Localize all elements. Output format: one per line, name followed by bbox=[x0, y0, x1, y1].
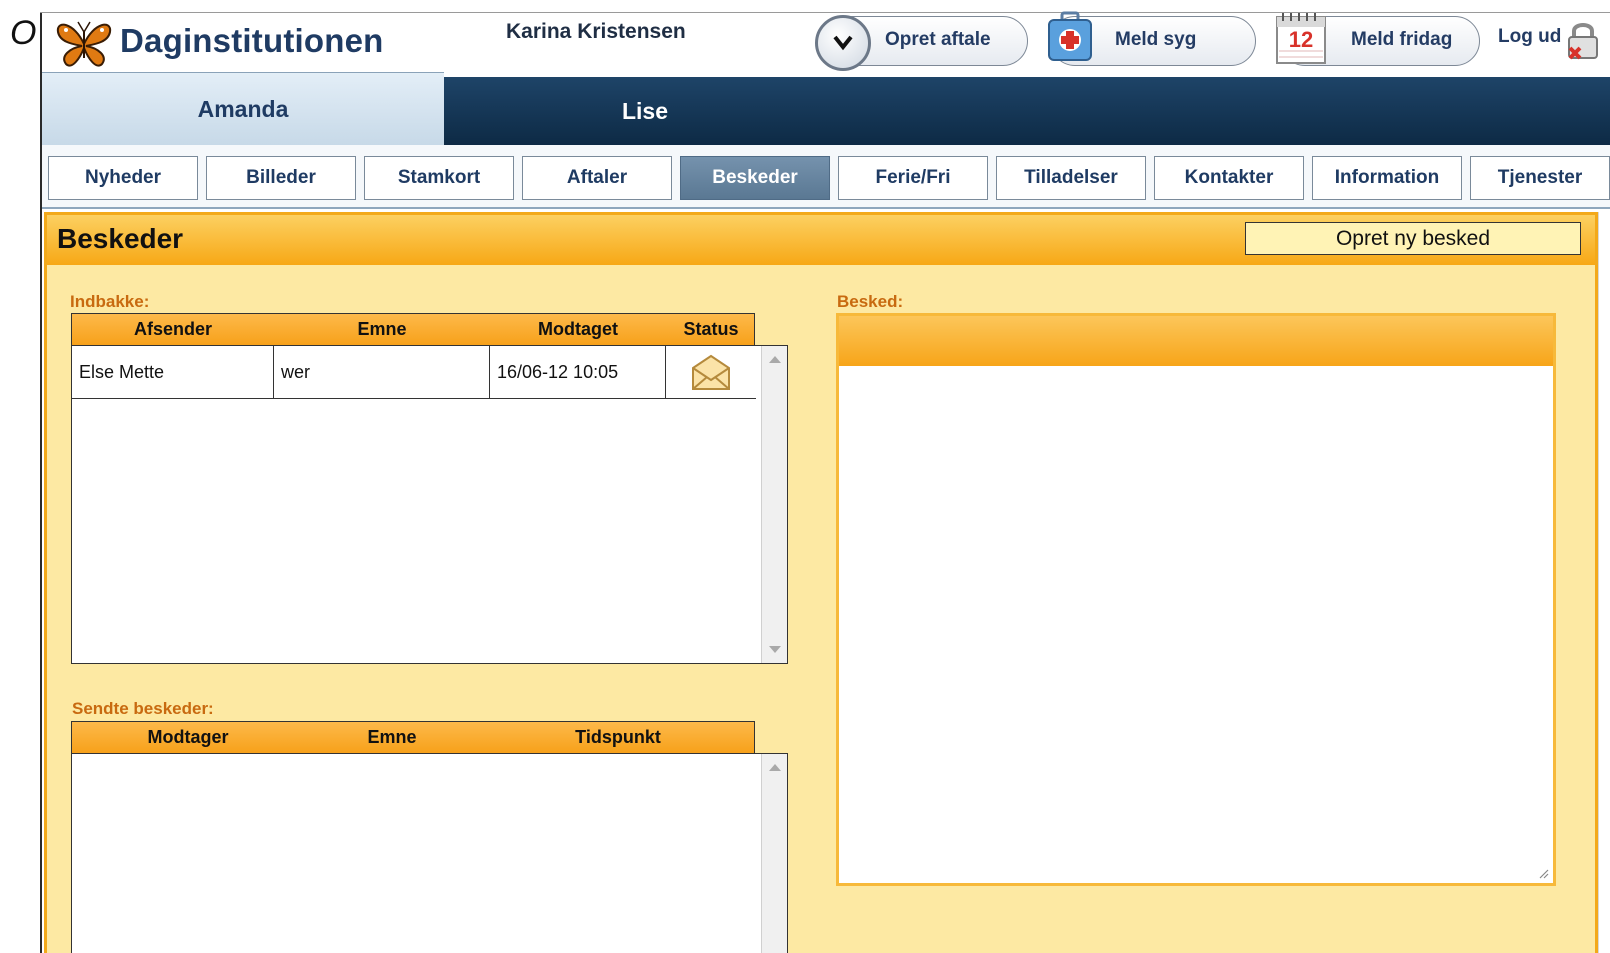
message-view[interactable] bbox=[836, 313, 1556, 886]
app-brand: Daginstitutionen bbox=[120, 22, 384, 59]
inbox-col-sender[interactable]: Afsender bbox=[72, 319, 274, 340]
inbox-label: Indbakke: bbox=[70, 292, 150, 311]
scroll-down-arrow-icon[interactable] bbox=[769, 646, 781, 653]
report-day-off-label: Meld fridag bbox=[1351, 29, 1453, 50]
report-day-off-button[interactable]: 12 Meld fridag bbox=[1276, 13, 1480, 66]
tab-stamkort[interactable]: Stamkort bbox=[364, 156, 514, 200]
envelope-icon bbox=[692, 354, 730, 390]
inbox-list: Else Mette wer 16/06-12 10:05 bbox=[71, 345, 788, 664]
calendar-day-number: 12 bbox=[1289, 27, 1313, 52]
clock-icon bbox=[815, 15, 871, 71]
tab-tilladelser[interactable]: Tilladelser bbox=[996, 156, 1146, 200]
message-view-header bbox=[839, 316, 1553, 366]
butterfly-logo-icon bbox=[56, 21, 112, 67]
child-tab-amanda[interactable]: Amanda bbox=[42, 72, 444, 145]
report-sick-label: Meld syg bbox=[1115, 29, 1197, 50]
sent-header: Modtager Emne Tidspunkt bbox=[71, 721, 755, 754]
create-appointment-label: Opret aftale bbox=[885, 29, 991, 50]
child-tab-lise[interactable]: Lise bbox=[444, 77, 846, 145]
tab-kontakter[interactable]: Kontakter bbox=[1154, 156, 1304, 200]
page-title: Beskeder bbox=[57, 223, 184, 254]
inbox-row-status bbox=[666, 346, 756, 398]
app-window: O Daginstitutionen Karina Kristensen Opr… bbox=[0, 0, 1610, 953]
user-name: Karina Kristensen bbox=[506, 20, 686, 43]
report-sick-button[interactable]: Meld syg bbox=[1048, 11, 1256, 66]
new-message-button[interactable]: Opret ny besked bbox=[1245, 222, 1581, 255]
scroll-up-arrow-icon[interactable] bbox=[769, 356, 781, 363]
inbox-row-subject: wer bbox=[274, 346, 490, 398]
logout-link[interactable]: Log ud bbox=[1498, 26, 1561, 48]
scroll-up-arrow-icon[interactable] bbox=[769, 764, 781, 771]
inbox-row-sender: Else Mette bbox=[72, 346, 274, 398]
tab-billeder[interactable]: Billeder bbox=[206, 156, 356, 200]
inbox-header: Afsender Emne Modtaget Status bbox=[71, 313, 755, 346]
inbox-scrollbar[interactable] bbox=[761, 346, 787, 663]
sent-col-subject[interactable]: Emne bbox=[304, 727, 480, 748]
lock-icon[interactable] bbox=[1566, 20, 1600, 60]
inbox-col-status[interactable]: Status bbox=[666, 319, 756, 340]
inbox-col-subject[interactable]: Emne bbox=[274, 319, 490, 340]
tab-beskeder[interactable]: Beskeder bbox=[680, 156, 830, 200]
stray-text: O bbox=[10, 14, 37, 52]
tab-ferie-fri[interactable]: Ferie/Fri bbox=[838, 156, 988, 200]
page-scrollbar[interactable] bbox=[1598, 212, 1610, 953]
sent-col-recipient[interactable]: Modtager bbox=[72, 727, 304, 748]
panel-header: Beskeder Opret ny besked bbox=[47, 215, 1595, 265]
first-aid-kit-icon bbox=[1048, 11, 1092, 61]
tab-information[interactable]: Information bbox=[1312, 156, 1462, 200]
tab-aftaler[interactable]: Aftaler bbox=[522, 156, 672, 200]
inbox-col-received[interactable]: Modtaget bbox=[490, 319, 666, 340]
sent-col-time[interactable]: Tidspunkt bbox=[480, 727, 756, 748]
sent-list bbox=[71, 753, 788, 953]
inbox-row[interactable]: Else Mette wer 16/06-12 10:05 bbox=[72, 346, 756, 399]
resize-grip-icon[interactable] bbox=[1537, 867, 1549, 879]
section-nav: Nyheder Billeder Stamkort Aftaler Besked… bbox=[42, 145, 1610, 209]
tab-nyheder[interactable]: Nyheder bbox=[48, 156, 198, 200]
child-tab-bar: Amanda Lise bbox=[42, 72, 1610, 145]
calendar-icon: 12 bbox=[1276, 13, 1326, 64]
create-appointment-button[interactable]: Opret aftale bbox=[815, 15, 1028, 71]
sent-label: Sendte beskeder: bbox=[72, 699, 214, 718]
sent-scrollbar[interactable] bbox=[761, 754, 787, 953]
inbox-row-received: 16/06-12 10:05 bbox=[490, 346, 666, 398]
message-label: Besked: bbox=[837, 292, 904, 311]
tab-tjenester[interactable]: Tjenester bbox=[1470, 156, 1610, 200]
